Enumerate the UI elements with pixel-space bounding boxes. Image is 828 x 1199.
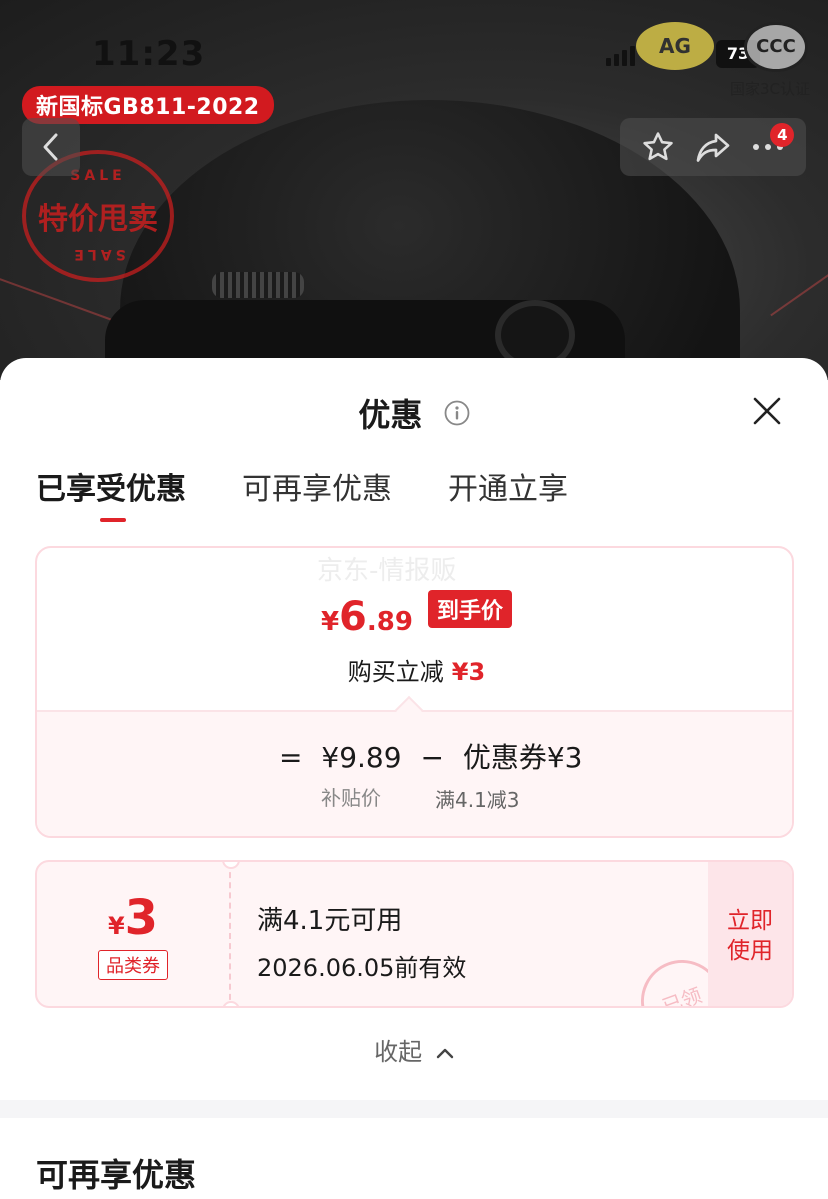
coupon-card: ¥3 品类券 满4.1元可用 2026.06.05前有效 已领 立即使用 (35, 860, 794, 1008)
price-breakdown: = ¥9.89 − 优惠券¥3 补贴价 满4.1减3 (37, 710, 792, 836)
product-image-backdrop: 11:23 AG 73 CCC 国家3C认证 新国标GB811-2022 SAL… (0, 0, 828, 380)
share-icon (696, 133, 730, 162)
tab-label: 开通立享 (448, 472, 568, 507)
promotion-tabs: 已享受优惠 可再享优惠 开通立享 (36, 464, 568, 522)
price-integer: 6 (339, 594, 367, 640)
coupon-validity: 2026.06.05前有效 (257, 954, 467, 982)
light-streak (770, 245, 828, 317)
helmet-vent (212, 272, 304, 298)
coupon-currency: ¥ (107, 912, 125, 940)
share-button[interactable] (691, 125, 735, 169)
notification-badge: 4 (770, 123, 795, 147)
signal-icon (606, 46, 635, 66)
tab-activate[interactable]: 开通立享 (448, 464, 568, 522)
ccc-seal-logo: CCC (744, 22, 808, 72)
status-time: 11:23 (92, 34, 206, 74)
tab-more-available[interactable]: 可再享优惠 (242, 464, 392, 522)
info-icon[interactable] (444, 400, 470, 426)
more-button[interactable]: 4 (746, 123, 795, 169)
ccc-label: 国家3C认证 (730, 80, 811, 98)
coupon-notch-bottom (222, 1001, 240, 1006)
coupon-amount: ¥3 (37, 890, 229, 946)
collapse-button[interactable]: 收起 (0, 1032, 828, 1067)
coupon-rule-label: 满4.1减3 (435, 788, 520, 812)
final-price-tag: 到手价 (428, 590, 513, 628)
collapse-label: 收起 (374, 1038, 423, 1066)
chevron-up-icon (436, 1048, 454, 1059)
discount-summary: 购买立减 ¥3 (37, 652, 792, 687)
chevron-left-icon (43, 133, 58, 161)
tab-enjoyed[interactable]: 已享受优惠 (36, 464, 186, 522)
ag-seal-logo: AG (636, 22, 714, 70)
sheet-title: 优惠 (0, 390, 828, 436)
coupon-type-badge: 品类券 (98, 950, 168, 980)
star-icon (642, 132, 673, 161)
section-divider (0, 1100, 828, 1118)
use-now-button[interactable]: 立即使用 (708, 862, 792, 1006)
use-now-label: 立即使用 (727, 908, 773, 964)
subsidy-price-label: 补贴价 (321, 786, 381, 810)
coupon-value: 3 (124, 890, 159, 946)
coupon-deduction: 优惠券¥3 (462, 741, 583, 774)
breakdown-formula: = ¥9.89 − 优惠券¥3 (279, 736, 592, 776)
final-price-card: 京东-情报贩 ¥6.89 到手价 购买立减 ¥3 = ¥9.89 − 优惠券¥3 … (35, 546, 794, 838)
back-button[interactable] (22, 118, 80, 176)
promotion-sheet: 优惠 已享受优惠 可再享优惠 开通立享 京东-情报贩 ¥6.89 到手价 购买立… (0, 358, 828, 1199)
tab-active-indicator (100, 518, 126, 522)
nav-action-group: 4 (620, 118, 806, 176)
sale-stamp-bottom: SALE (70, 246, 126, 262)
section-title-more-offers: 可再享优惠 (36, 1156, 197, 1194)
coupon-value-panel: ¥3 品类券 (37, 862, 231, 1006)
equals-sign: = (279, 741, 303, 774)
subsidy-price: ¥9.89 (321, 741, 402, 774)
minus-sign: − (420, 741, 444, 774)
sale-stamp-main: 特价甩卖 (38, 202, 158, 237)
tab-label: 可再享优惠 (242, 472, 392, 507)
sheet-title-text: 优惠 (358, 396, 423, 434)
discount-label: 购买立减 (347, 658, 444, 686)
discount-amount: ¥3 (451, 658, 486, 686)
tab-label: 已享受优惠 (36, 472, 186, 507)
close-icon[interactable] (750, 394, 784, 428)
currency-symbol: ¥ (320, 607, 340, 637)
price-decimal: .89 (366, 607, 413, 637)
final-price: ¥6.89 到手价 (37, 590, 792, 640)
favorite-button[interactable] (636, 125, 680, 169)
coupon-condition: 满4.1元可用 (257, 906, 403, 936)
watermark: 京东-情报贩 (317, 556, 457, 586)
